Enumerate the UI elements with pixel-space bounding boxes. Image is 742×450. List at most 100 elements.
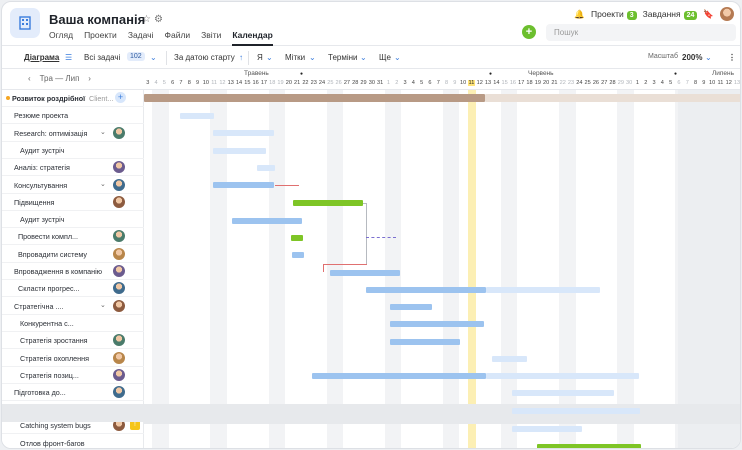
assignee-avatar[interactable] — [113, 299, 125, 312]
sort-by-start[interactable]: За датою старту — [174, 53, 235, 62]
gantt-bar[interactable] — [293, 200, 363, 206]
tags-filter[interactable]: Мітки — [285, 53, 305, 62]
assignee-avatar[interactable] — [113, 334, 125, 347]
chevron-down-icon[interactable]: ⌄ — [150, 53, 157, 62]
gantt-bar[interactable] — [390, 339, 460, 345]
chevron-down-icon[interactable]: ⌄ — [100, 301, 106, 309]
bookmark-icon[interactable]: 🔖 — [703, 9, 714, 20]
day-label: 8 — [693, 80, 698, 86]
task-row[interactable]: Аналіз: стратегія — [2, 159, 144, 177]
assignee-filter[interactable]: Я — [257, 53, 263, 62]
gantt-bar[interactable] — [292, 252, 304, 258]
gantt-bar[interactable] — [512, 408, 640, 414]
gantt-icon[interactable]: ☰ — [65, 53, 72, 62]
day-label: 28 — [609, 80, 616, 86]
task-row[interactable]: Скласти прогрес... — [2, 280, 144, 298]
gantt-bar[interactable] — [390, 321, 484, 327]
star-icon[interactable]: ☆ — [142, 14, 154, 25]
gantt-bar[interactable] — [390, 304, 432, 310]
task-row[interactable]: Стратегія зростання — [2, 332, 144, 350]
assignee-avatar[interactable] — [113, 178, 125, 191]
sort-arrow-icon[interactable]: ↑ — [239, 53, 243, 62]
gear-icon[interactable]: ⚙ — [154, 14, 166, 25]
chevron-left-icon[interactable]: ‹ — [28, 74, 31, 83]
gantt-bar[interactable] — [330, 270, 400, 276]
gantt-bar[interactable] — [213, 148, 266, 154]
gantt-bar[interactable] — [366, 287, 486, 293]
gantt-bar[interactable] — [232, 218, 302, 224]
assignee-avatar[interactable] — [113, 282, 125, 295]
gantt-bar[interactable] — [492, 356, 527, 362]
bell-icon[interactable]: 🔔 — [574, 9, 585, 20]
task-name: Стратегія охоплення — [20, 353, 89, 363]
task-row[interactable]: Отлов фронт-багов — [2, 435, 144, 448]
group-separator-row — [2, 404, 144, 422]
projects-counter[interactable]: Проекти 3 — [591, 9, 637, 20]
gantt-bar[interactable] — [512, 426, 582, 432]
task-row[interactable]: Стратегічна .... ⌄ — [2, 298, 144, 315]
day-label: 17 — [260, 80, 268, 86]
gantt-bar[interactable] — [486, 373, 639, 379]
assignee-avatar[interactable] — [113, 265, 125, 277]
chevron-down-icon[interactable]: ⌄ — [100, 128, 106, 136]
tab-calendar[interactable]: Календар — [232, 30, 273, 46]
tab-files[interactable]: Файли — [165, 30, 191, 46]
search-input[interactable]: Пошук — [546, 24, 736, 41]
task-row[interactable]: Підготовка до... — [2, 384, 144, 402]
task-row[interactable]: Конкурентна с... — [2, 315, 144, 332]
view-diagram[interactable]: Діаграма — [24, 53, 59, 62]
assignee-avatar[interactable] — [113, 386, 125, 399]
task-row[interactable]: Впровадження в компанію — [2, 263, 144, 280]
task-name: Аудит зустріч — [20, 145, 65, 155]
day-label: 15 — [244, 80, 251, 86]
assignee-avatar[interactable] — [113, 247, 125, 260]
day-label: 12 — [219, 80, 226, 86]
more-filter[interactable]: Ще — [379, 53, 391, 62]
chevron-right-icon[interactable]: › — [88, 74, 91, 83]
tab-reports[interactable]: Звіти — [201, 30, 221, 46]
task-row[interactable]: Аудит зустріч — [2, 142, 144, 159]
task-row[interactable]: Підвищення — [2, 194, 144, 211]
gantt-bar[interactable] — [257, 165, 275, 171]
project-summary-bar[interactable] — [144, 94, 485, 102]
assignee-avatar[interactable] — [113, 126, 125, 139]
tab-tasks[interactable]: Задачі — [128, 30, 154, 46]
task-row[interactable]: Резюме проекта — [2, 107, 144, 125]
gantt-bar[interactable] — [213, 130, 274, 136]
task-row[interactable]: Аудит зустріч — [2, 211, 144, 229]
zoom-value[interactable]: 200% — [682, 53, 702, 62]
tasks-counter[interactable]: Завдання 24 — [643, 9, 698, 20]
deadlines-filter[interactable]: Терміни — [328, 53, 358, 62]
gantt-bar[interactable] — [512, 390, 614, 396]
user-avatar[interactable] — [720, 7, 734, 21]
task-row[interactable]: Стратегія охоплення — [2, 350, 144, 367]
task-row[interactable]: Консультування ⌄ — [2, 177, 144, 194]
assignee-avatar[interactable] — [113, 351, 125, 364]
add-button[interactable]: + — [522, 25, 536, 39]
day-label: 19 — [277, 80, 284, 86]
filter-all-tasks[interactable]: Всі задачі — [84, 53, 120, 62]
assignee-avatar[interactable] — [113, 161, 125, 174]
day-label: 22 — [302, 80, 309, 86]
gantt-bar[interactable] — [180, 113, 214, 119]
chevron-down-icon[interactable]: ⌄ — [100, 180, 106, 188]
task-row[interactable]: Впровадити систему — [2, 246, 144, 263]
gantt-bar[interactable] — [291, 235, 303, 241]
gantt-bar[interactable] — [537, 444, 641, 448]
gantt-bar[interactable] — [486, 287, 600, 293]
task-name: Розвиток роздрібної — [12, 94, 86, 103]
assignee-avatar[interactable] — [113, 368, 125, 381]
gantt-bar[interactable] — [312, 373, 486, 379]
tab-overview[interactable]: Огляд — [49, 30, 73, 46]
assignee-avatar[interactable] — [113, 230, 125, 243]
assignee-avatar[interactable] — [113, 195, 125, 208]
task-row[interactable]: Стратегія позиц... — [2, 367, 144, 384]
gantt-bar[interactable] — [213, 182, 274, 188]
task-row[interactable]: Research: оптимізація ⌄ — [2, 125, 144, 142]
more-vertical-icon[interactable]: ⋮ — [728, 53, 736, 62]
task-group-row[interactable]: Розвиток роздрібної Client... + — [2, 90, 144, 107]
chevron-down-icon[interactable]: ⌄ — [705, 53, 712, 62]
add-task-icon[interactable]: + — [115, 92, 126, 103]
task-row[interactable]: Провести компл... — [2, 228, 144, 246]
tab-projects[interactable]: Проекти — [84, 30, 117, 46]
